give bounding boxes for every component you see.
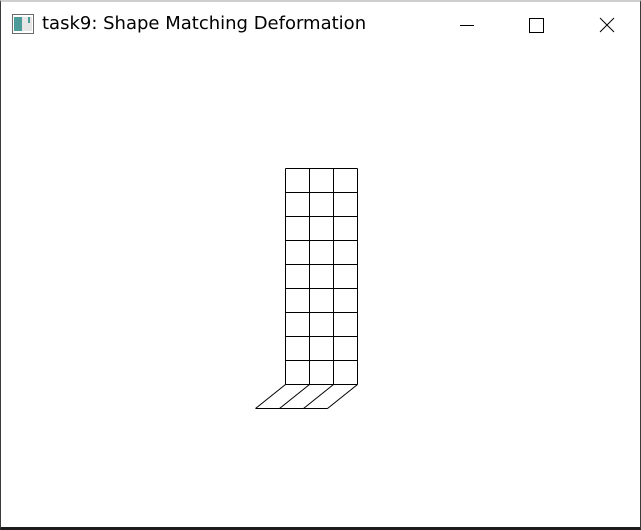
maximize-button[interactable] bbox=[502, 2, 572, 46]
mesh-edge-sheared bbox=[279, 384, 310, 409]
mesh-edge-sheared bbox=[327, 384, 358, 409]
maximize-icon bbox=[529, 18, 544, 33]
minimize-button[interactable] bbox=[432, 2, 502, 46]
render-canvas[interactable] bbox=[1, 46, 640, 527]
window-title: task9: Shape Matching Deformation bbox=[42, 13, 367, 34]
app-window: task9: Shape Matching Deformation bbox=[0, 0, 641, 530]
title-bar[interactable]: task9: Shape Matching Deformation bbox=[1, 2, 640, 46]
mesh-edge-sheared bbox=[255, 384, 286, 409]
close-button[interactable] bbox=[572, 2, 641, 46]
close-icon bbox=[599, 17, 615, 33]
app-window-icon bbox=[12, 14, 34, 34]
minimize-icon bbox=[460, 25, 474, 26]
mesh-edge-sheared bbox=[303, 384, 334, 409]
deformable-mesh bbox=[255, 168, 358, 409]
